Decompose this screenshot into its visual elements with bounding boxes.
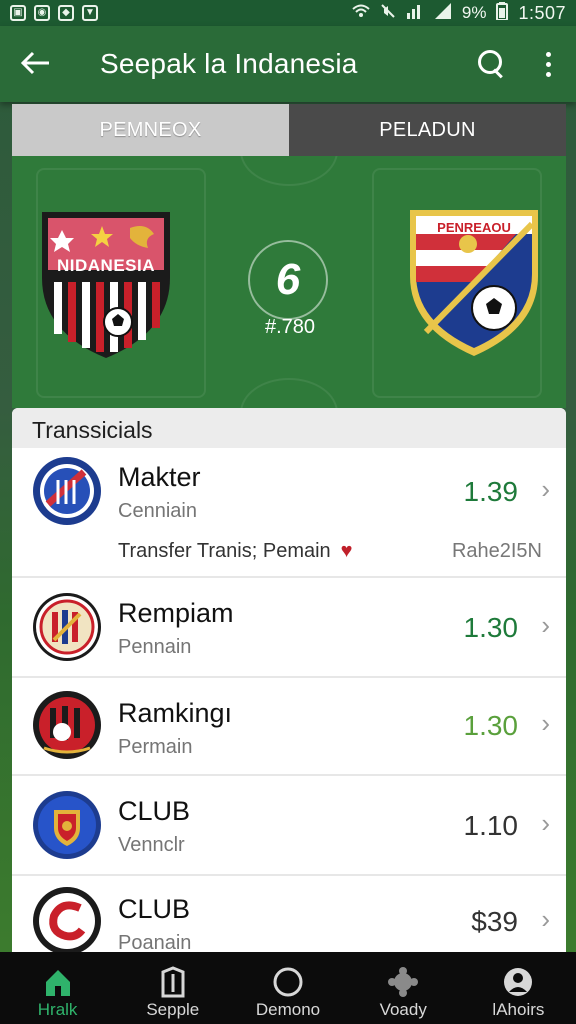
- club-name: CLUB: [118, 796, 191, 826]
- club-name: CLUB: [118, 894, 191, 924]
- home-icon: [42, 966, 74, 998]
- list-header: Transsicials: [12, 408, 566, 448]
- nav-label: lAhoirs: [492, 1000, 545, 1019]
- battery-percent: 9%: [461, 3, 487, 22]
- tab-bar: PEMNEOX PELADUN: [12, 104, 566, 156]
- transfer-detail: Transfer Tranis; Pemain ♥: [118, 540, 353, 562]
- transfer-value: $39: [471, 906, 518, 937]
- settings-icon: ◉: [34, 5, 50, 21]
- nav-label: Voady: [379, 1000, 427, 1019]
- list-item[interactable]: Ramkingı Permain 1.30 ›: [12, 678, 566, 776]
- transfer-value: 1.30: [463, 612, 519, 643]
- circle-icon: [272, 966, 304, 998]
- transfer-value: 1.30: [463, 710, 519, 741]
- away-team-crest[interactable]: PENREAOU: [406, 204, 542, 362]
- bottom-navigation: Hralk Sepple Demono Voady lAhoirs: [0, 952, 576, 1024]
- shield-icon: ▼: [82, 5, 98, 21]
- more-options-icon[interactable]: [520, 26, 576, 102]
- home-crest-label: NIDANESIA: [56, 256, 155, 275]
- transfer-value: 1.10: [463, 810, 519, 841]
- signal-icon: [434, 2, 452, 24]
- transfers-list: Transsicials Makter Cenniain 1.39 › Tran…: [12, 408, 566, 953]
- bookmark-icon: [157, 966, 189, 998]
- nav-label: Demono: [255, 1000, 321, 1019]
- club-role: Vennclr: [118, 834, 185, 856]
- tab-peladun[interactable]: PELADUN: [289, 104, 566, 156]
- status-left-icons: ▣ ◉ ◆ ▼: [10, 5, 98, 21]
- player-role: Pennain: [118, 636, 192, 658]
- nav-item-demono[interactable]: Demono: [230, 952, 345, 1024]
- list-item[interactable]: Rempiam Pennain 1.30 ›: [12, 578, 566, 678]
- player-role: Permain: [118, 736, 193, 758]
- transfer-value: 1.39: [463, 476, 519, 507]
- transfer-detail-right: Rahe2I5N: [451, 540, 542, 562]
- search-icon[interactable]: [460, 26, 520, 102]
- nav-item-home[interactable]: Hralk: [0, 952, 115, 1024]
- match-score: #.780: [264, 316, 316, 338]
- heart-icon[interactable]: ♥: [341, 540, 353, 562]
- chevron-right-icon: ›: [541, 808, 550, 838]
- nav-item-voady[interactable]: Voady: [346, 952, 461, 1024]
- status-bar: ▣ ◉ ◆ ▼ 9% 1:507: [0, 0, 576, 26]
- list-item[interactable]: CLUB Vennclr 1.10 ›: [12, 776, 566, 876]
- status-right-icons: 9% 1:507: [352, 1, 566, 25]
- battery-icon: [496, 1, 509, 25]
- app-bar: Seepak la Indanesia: [0, 26, 576, 102]
- nav-item-sepple[interactable]: Sepple: [115, 952, 230, 1024]
- player-name: Ramkingı: [118, 698, 233, 728]
- player-name: Makter: [118, 462, 201, 492]
- club-role: Poanain: [118, 932, 192, 953]
- match-header: NIDANESIA 6 #.780 PENREAOU: [12, 156, 566, 408]
- list-item[interactable]: Makter Cenniain 1.39 › Transfer Tranis; …: [12, 448, 566, 578]
- nav-label: Sepple: [146, 1000, 200, 1019]
- nav-item-lahoirs[interactable]: lAhoirs: [461, 952, 576, 1024]
- center-symbol: 6: [275, 255, 301, 304]
- signal-icon: [406, 3, 424, 24]
- wifi-icon: [352, 3, 370, 23]
- club-logo: [32, 456, 102, 526]
- match-center-badge: 6: [250, 242, 326, 318]
- club-logo: [32, 592, 102, 662]
- page-title: Seepak la Indanesia: [100, 48, 358, 79]
- mute-icon: [380, 3, 396, 24]
- chevron-right-icon: ›: [541, 708, 550, 738]
- club-logo: [32, 790, 102, 860]
- player-name: Rempiam: [118, 598, 234, 628]
- club-logo: [32, 690, 102, 760]
- chevron-right-icon: ›: [541, 610, 550, 640]
- settings-cog-icon: [387, 966, 419, 998]
- chevron-right-icon: ›: [541, 474, 550, 504]
- player-role: Cenniain: [118, 500, 197, 522]
- notification-icon: ▣: [10, 5, 26, 21]
- club-logo: [32, 886, 102, 953]
- back-arrow-icon[interactable]: [0, 26, 72, 102]
- away-crest-label: PENREAOU: [437, 220, 511, 235]
- list-item[interactable]: CLUB Poanain $39 ›: [12, 876, 566, 953]
- photo-icon: ◆: [58, 5, 74, 21]
- nav-label: Hralk: [37, 1000, 78, 1019]
- tab-pemneox[interactable]: PEMNEOX: [12, 104, 289, 156]
- status-time: 1:507: [518, 2, 566, 23]
- home-team-crest[interactable]: NIDANESIA: [38, 204, 174, 362]
- chevron-right-icon: ›: [541, 904, 550, 934]
- profile-icon: [502, 966, 534, 998]
